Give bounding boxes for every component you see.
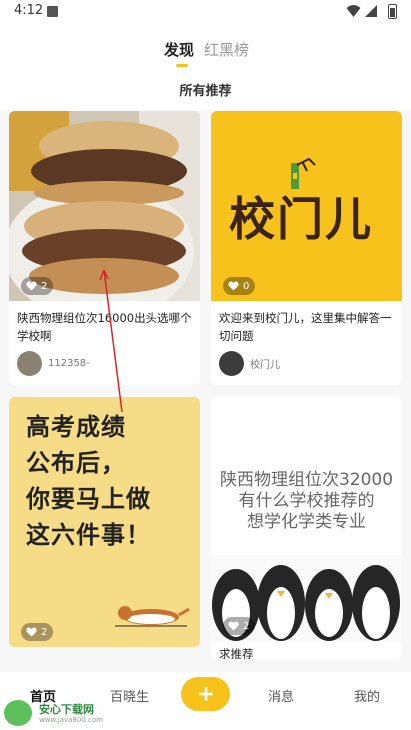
like-count: 2 [41, 280, 48, 292]
tab-red-black-list[interactable]: 红黑榜 [204, 39, 249, 60]
battery-icon [388, 4, 397, 19]
card-image-text: 陕西物理组位次32000 有什么学校推荐的 想学化学类专业 [211, 470, 402, 533]
plus-icon [199, 687, 213, 701]
poster-text: 高考成绩 公布后， 你要马上做 这六件事！ [26, 409, 151, 553]
heart-icon [228, 621, 239, 631]
watermark-url: www.java800.com [39, 716, 103, 724]
poster-line: 高考成绩 [26, 413, 126, 441]
author-row[interactable]: 校门儿 [219, 351, 280, 376]
feed-card[interactable]: 2 陕西物理组位次16000出头选哪个学校啊 112358- [9, 111, 200, 385]
like-count: 2 [243, 620, 250, 632]
like-badge[interactable]: 2 [21, 623, 54, 641]
feed-card[interactable]: 高考成绩 公布后， 你要马上做 这六件事！ 2 [9, 397, 200, 647]
add-button[interactable] [181, 677, 230, 711]
heart-icon [228, 281, 239, 291]
like-badge[interactable]: 2 [223, 617, 256, 635]
image-text-line: 有什么学校推荐的 [238, 491, 375, 511]
like-badge[interactable]: 2 [21, 277, 54, 295]
school-logo-image: 校门儿 0 [211, 111, 402, 301]
top-header: 发现 红黑榜 所有推荐 [0, 24, 411, 110]
dog-illustration [115, 606, 190, 627]
status-bar: 4:12 [0, 0, 411, 24]
notification-icon [47, 6, 58, 17]
avatar [219, 351, 244, 376]
poster-line: 这六件事！ [26, 521, 151, 549]
like-count: 2 [41, 626, 48, 638]
avatar [17, 351, 42, 376]
author-name: 112358- [48, 358, 90, 369]
poster-line: 公布后， [26, 449, 126, 477]
watermark-title: 安心下载网 [39, 703, 94, 716]
nav-mine[interactable]: 我的 [354, 686, 380, 705]
like-badge[interactable]: 0 [223, 277, 256, 295]
feed-card[interactable]: 校门儿 0 欢迎来到校门儿，这里集中解答一切问题 校门儿 [211, 111, 402, 385]
card-title: 欢迎来到校门儿，这里集中解答一切问题 [219, 311, 392, 343]
active-tab-indicator [176, 64, 188, 67]
section-title: 所有推荐 [179, 84, 232, 99]
image-text-line: 陕西物理组位次32000 [219, 470, 394, 490]
gate-icon [291, 157, 316, 189]
author-row[interactable]: 112358- [17, 351, 90, 376]
status-time: 4:12 [14, 3, 44, 18]
heart-icon [26, 627, 37, 637]
card-title: 求推荐 [219, 647, 254, 659]
author-name: 校门儿 [250, 360, 280, 371]
card-title: 陕西物理组位次16000出头选哪个学校啊 [17, 311, 192, 343]
poster-line: 你要马上做 [26, 485, 151, 513]
signal-icon [365, 5, 377, 17]
watermark: 安心下载网 www.java800.com [4, 698, 124, 728]
like-count: 0 [243, 280, 250, 292]
tab-discover[interactable]: 发现 [164, 39, 194, 60]
nav-messages[interactable]: 消息 [268, 686, 294, 705]
watermark-logo [4, 700, 32, 726]
food-photo: 2 [9, 111, 200, 301]
heart-icon [26, 281, 37, 291]
wifi-icon [346, 5, 361, 17]
image-text-line: 想学化学类专业 [247, 512, 366, 532]
feed-card[interactable]: 陕西物理组位次32000 有什么学校推荐的 想学化学类专业 2 求推荐 [211, 397, 402, 659]
